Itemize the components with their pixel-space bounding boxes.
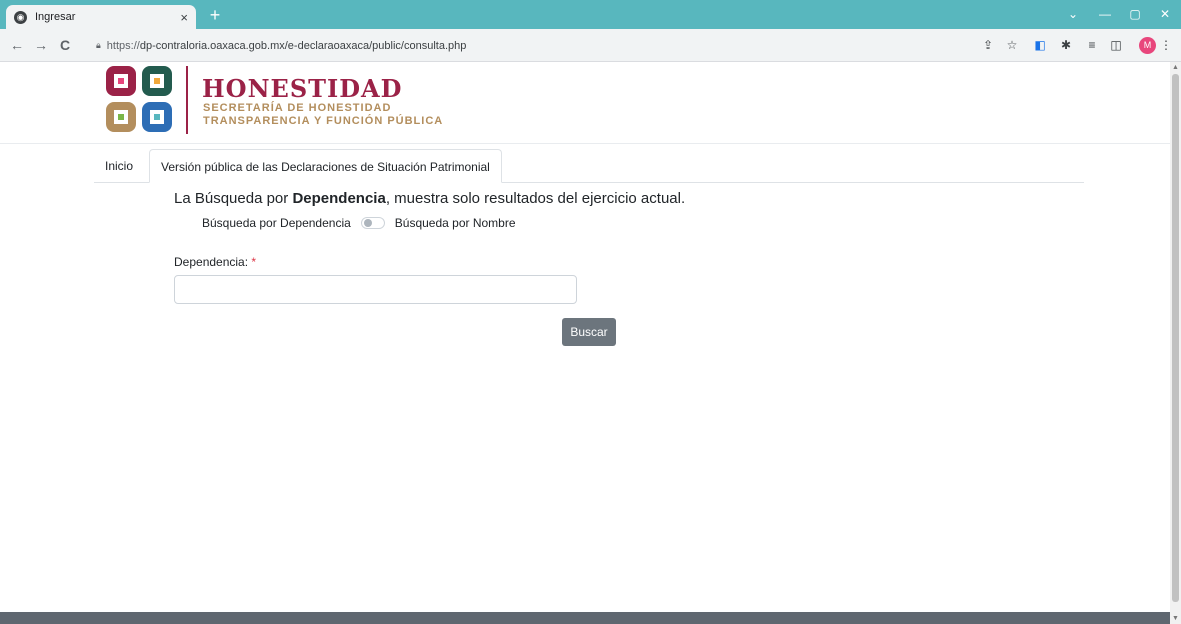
switch-right-label: Búsqueda por Nombre xyxy=(394,216,516,230)
lock-icon: 🔒︎ xyxy=(96,40,101,50)
search-mode-switch-row: Búsqueda por Dependencia Búsqueda por No… xyxy=(202,216,516,230)
reading-list-icon[interactable]: ≡ xyxy=(1084,37,1100,53)
search-button[interactable]: Buscar xyxy=(562,318,616,346)
url-scheme: https:// xyxy=(106,39,140,52)
headline-prefix: La Búsqueda por xyxy=(174,190,293,207)
required-marker: * xyxy=(251,255,257,269)
dependencia-label-text: Dependencia: xyxy=(174,255,249,269)
brand-subtitle-1: SECRETARÍA DE HONESTIDAD xyxy=(203,102,392,114)
switch-left-label: Búsqueda por Dependencia xyxy=(202,216,351,230)
nav-tabs: Inicio Versión pública de las Declaracio… xyxy=(94,149,1084,183)
tab-close-icon[interactable]: × xyxy=(180,10,188,25)
reload-icon[interactable]: C xyxy=(56,36,74,54)
search-mode-toggle[interactable] xyxy=(360,217,385,229)
address-bar[interactable]: 🔒︎ https:// dp-contraloria.oaxaca.gob.mx… xyxy=(86,33,966,58)
search-headline: La Búsqueda por Dependencia, muestra sol… xyxy=(174,190,685,207)
extensions-puzzle-icon[interactable]: ✱ xyxy=(1058,37,1074,53)
logo-divider xyxy=(186,66,188,134)
browser-toolbar: ← → C 🔒︎ https:// dp-contraloria.oaxaca.… xyxy=(0,29,1181,62)
headline-suffix: , muestra solo resultados del ejercicio … xyxy=(385,190,686,207)
side-panel-icon[interactable]: ◫ xyxy=(1108,37,1124,53)
tab-search-icon[interactable]: ⌄ xyxy=(1061,4,1085,24)
share-icon[interactable]: ⇪ xyxy=(980,37,996,53)
toggle-knob xyxy=(363,219,372,227)
brand-title: HONESTIDAD xyxy=(202,74,403,103)
scroll-down-arrow-icon[interactable]: ▼ xyxy=(1172,615,1179,622)
back-icon[interactable]: ← xyxy=(8,36,26,54)
brand-subtitle-2: TRANSPARENCIA Y FUNCIÓN PÚBLICA xyxy=(203,115,444,127)
extension-translate-icon[interactable]: ◧ xyxy=(1032,37,1048,53)
profile-avatar[interactable]: M xyxy=(1139,37,1156,54)
browser-tab[interactable]: ◉ Ingresar × xyxy=(6,5,196,29)
dependencia-label: Dependencia: * xyxy=(174,255,256,269)
tab-title: Ingresar xyxy=(35,11,76,23)
tab-inicio[interactable]: Inicio xyxy=(94,149,144,183)
tab-version-publica[interactable]: Versión pública de las Declaraciones de … xyxy=(149,149,502,183)
page-scrollbar[interactable]: ▲ ▼ xyxy=(1170,62,1181,624)
forward-icon[interactable]: → xyxy=(32,36,50,54)
scroll-up-arrow-icon[interactable]: ▲ xyxy=(1172,64,1179,71)
header-divider xyxy=(0,143,1170,144)
close-window-button[interactable]: ✕ xyxy=(1153,4,1177,24)
url-text: dp-contraloria.oaxaca.gob.mx/e-declaraoa… xyxy=(139,39,467,52)
headline-bold: Dependencia xyxy=(292,190,386,207)
government-logo xyxy=(106,66,172,132)
menu-kebab-icon[interactable]: ⋮ xyxy=(1158,37,1174,53)
new-tab-button[interactable]: + xyxy=(205,5,225,25)
scroll-thumb[interactable] xyxy=(1172,74,1179,602)
page-content: HONESTIDAD SECRETARÍA DE HONESTIDAD TRAN… xyxy=(0,62,1170,624)
restore-button[interactable]: ▢ xyxy=(1123,4,1147,24)
dependencia-input[interactable] xyxy=(174,275,577,304)
bookmark-star-icon[interactable]: ☆ xyxy=(1004,37,1020,53)
browser-tab-bar: ◉ Ingresar × + ⌄ — ▢ ✕ xyxy=(0,0,1181,29)
footer-bar xyxy=(0,612,1170,624)
minimize-button[interactable]: — xyxy=(1093,4,1117,24)
globe-icon: ◉ xyxy=(14,10,27,24)
